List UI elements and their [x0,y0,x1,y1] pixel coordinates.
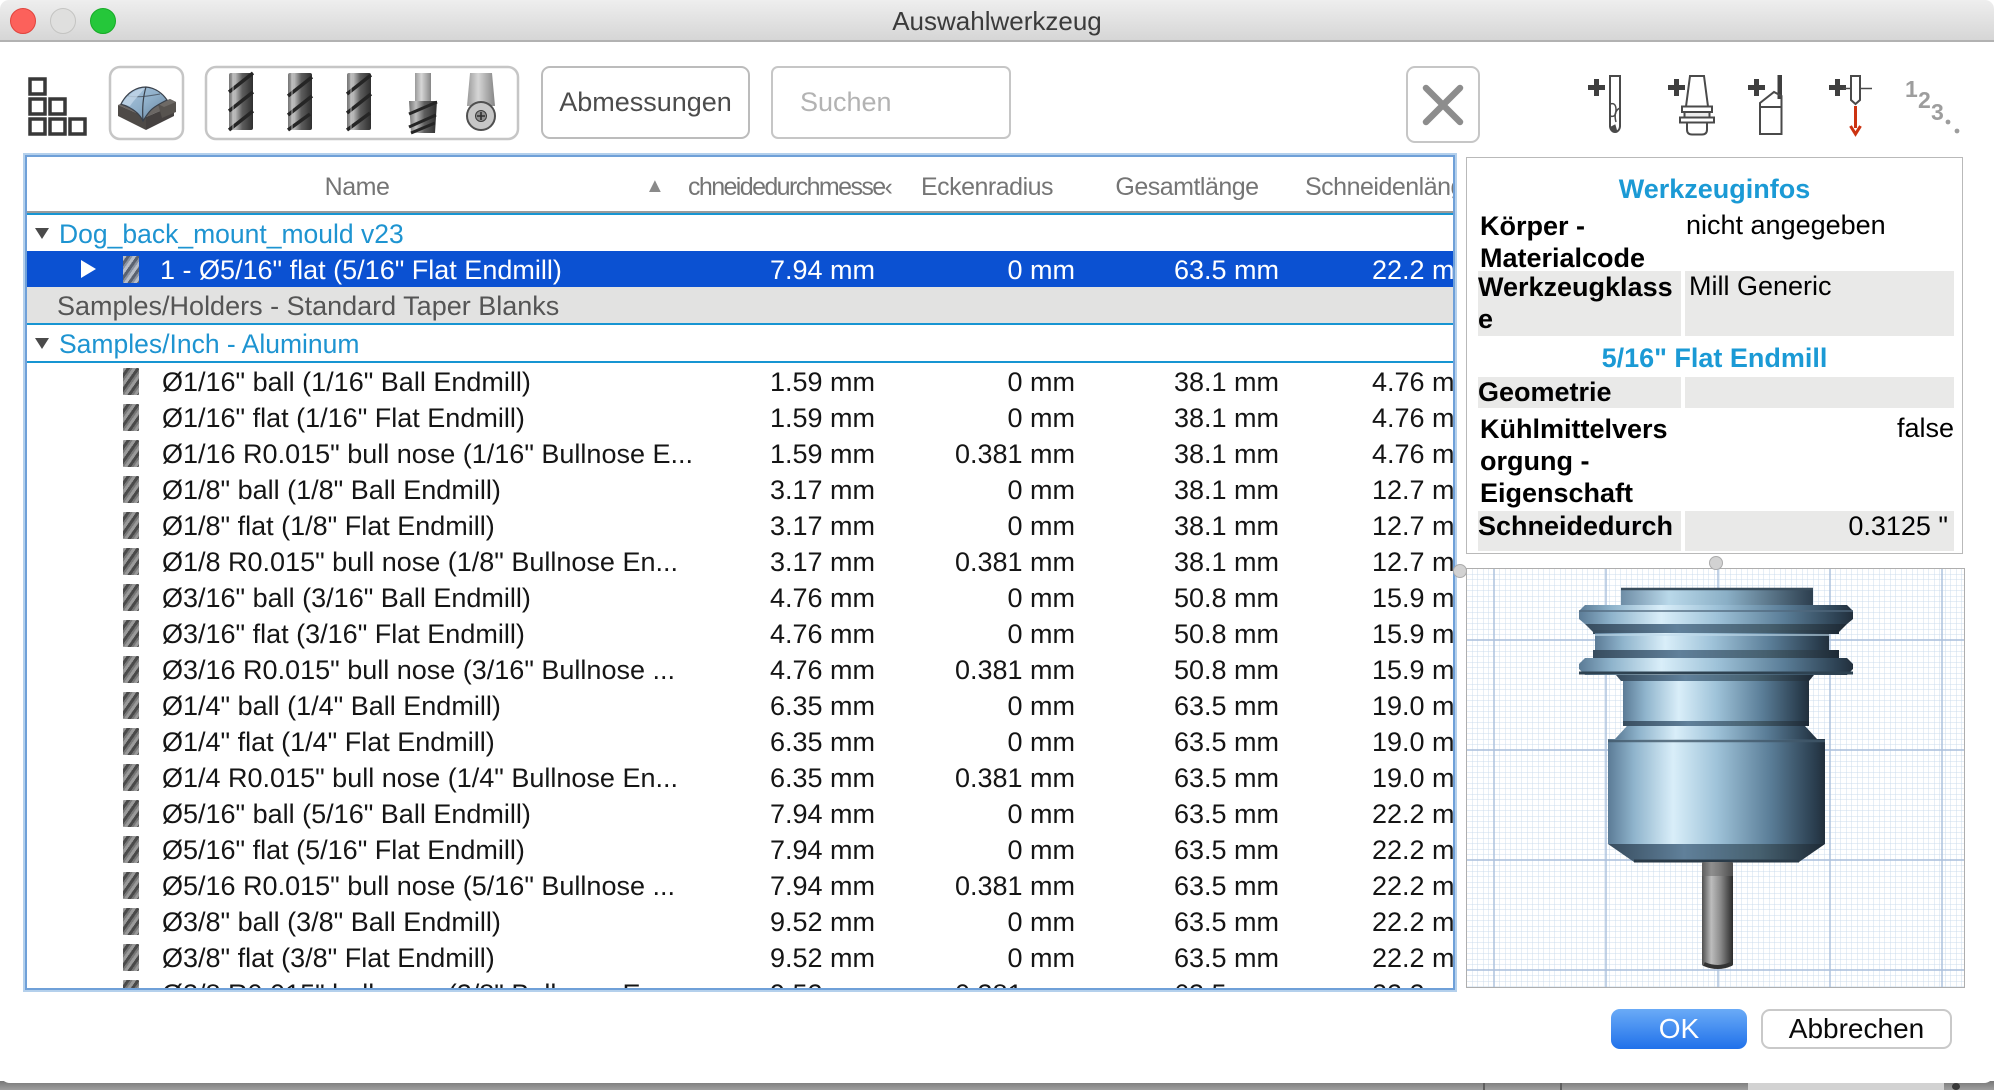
svg-text:1: 1 [1905,76,1918,102]
svg-text:2: 2 [1918,87,1931,113]
svg-text:3: 3 [1931,99,1944,125]
